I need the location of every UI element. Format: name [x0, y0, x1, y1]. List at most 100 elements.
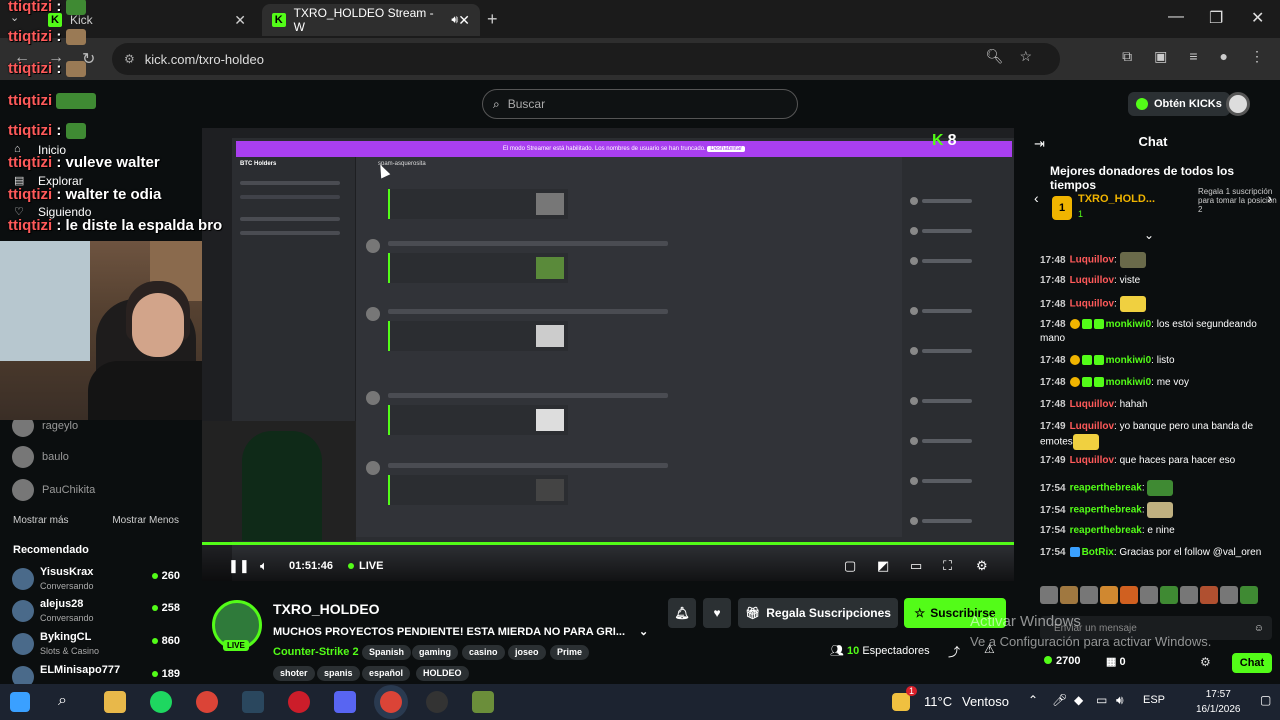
tag[interactable]: Prime	[550, 645, 590, 660]
volume-icon[interactable]: 🔊︎	[1116, 693, 1124, 708]
chat-settings-icon[interactable]: ⚙	[1200, 655, 1211, 669]
message-user[interactable]: Luquillov	[1070, 399, 1114, 410]
message-user[interactable]: monkiwi0	[1106, 319, 1152, 330]
message-user[interactable]: monkiwi0	[1106, 377, 1152, 388]
recommended-item[interactable]: YisusKrax Conversando 260	[12, 566, 180, 596]
site-info-icon[interactable]: ⚙	[124, 52, 135, 66]
message-user[interactable]: Luquillov	[1070, 275, 1114, 286]
steam-icon[interactable]	[242, 691, 264, 713]
tag[interactable]: shoter	[273, 666, 315, 681]
nvidia-icon[interactable]: ◆	[1074, 693, 1083, 707]
tray-chevron-icon[interactable]: ⌃	[1028, 693, 1038, 707]
media-control-icon[interactable]: ≡	[1189, 48, 1197, 65]
theater-icon[interactable]: ▭	[910, 558, 922, 574]
system-clock[interactable]: 17:57 16/1/2026	[1196, 687, 1241, 717]
emote-icon[interactable]	[1160, 586, 1178, 604]
settings-icon[interactable]: ⚙	[976, 558, 988, 574]
message-user[interactable]: reaperthebreak	[1070, 483, 1142, 494]
message-user[interactable]: monkiwi0	[1106, 355, 1152, 366]
emote-icon[interactable]	[1140, 586, 1158, 604]
new-tab-icon[interactable]: +	[487, 9, 498, 30]
tag[interactable]: gaming	[412, 645, 459, 660]
volume-icon[interactable]: 🔈︎	[260, 558, 268, 574]
message-user[interactable]: reaperthebreak	[1070, 505, 1142, 516]
language-indicator[interactable]: ESP	[1143, 694, 1165, 706]
following-item[interactable]: baulo	[12, 446, 69, 468]
zoom-icon[interactable]: 🔍︎	[986, 48, 1004, 65]
close-window-icon[interactable]: ✕	[1251, 8, 1264, 28]
gift-subs-button[interactable]: 🎁︎ Regala Suscripciones	[738, 598, 898, 628]
channel-name[interactable]: TXRO_HOLDEO	[273, 601, 380, 617]
emote-icon[interactable]	[1100, 586, 1118, 604]
expand-pinned-icon[interactable]: ⌄	[1144, 228, 1154, 242]
follow-button[interactable]: ♥	[703, 598, 731, 628]
pause-icon[interactable]: ❚❚	[228, 558, 250, 574]
emote-icon[interactable]	[1080, 586, 1098, 604]
get-kicks-button[interactable]: Obtén KICKs	[1128, 92, 1230, 116]
tag[interactable]: joseo	[508, 645, 546, 660]
message-user[interactable]: Luquillov	[1070, 299, 1114, 310]
show-less-button[interactable]: Mostrar Menos	[112, 515, 179, 526]
search-icon[interactable]: ⌕	[58, 692, 67, 710]
stream-category[interactable]: Counter-Strike 2	[273, 646, 359, 658]
obs-icon[interactable]	[426, 691, 448, 713]
close-tab-icon[interactable]: ✕	[458, 12, 470, 29]
extensions-icon[interactable]: ⧉	[1122, 48, 1132, 65]
recommended-item[interactable]: alejus28 Conversando 258	[12, 598, 180, 628]
minecraft-icon[interactable]	[472, 691, 494, 713]
pip-icon[interactable]: ◩	[877, 558, 889, 574]
emote-icon[interactable]	[1240, 586, 1258, 604]
chevron-down-icon[interactable]: ⌄	[639, 626, 648, 638]
close-tab-icon[interactable]: ✕	[234, 12, 246, 29]
clip-icon[interactable]: ▢	[844, 558, 856, 574]
chevron-right-icon[interactable]: ›	[1267, 190, 1272, 206]
maximize-icon[interactable]: ❐	[1209, 8, 1223, 28]
file-explorer-icon[interactable]	[104, 691, 126, 713]
user-avatar[interactable]	[1226, 92, 1250, 116]
chevron-left-icon[interactable]: ‹	[1034, 190, 1039, 206]
video-player[interactable]: El modo Streamer está habilitado. Los no…	[202, 128, 1014, 581]
following-item[interactable]: PauChikita	[12, 479, 95, 501]
tag[interactable]: spanis	[317, 666, 360, 681]
menu-icon[interactable]: ⋮	[1250, 48, 1264, 65]
tag[interactable]: casino	[462, 645, 505, 660]
chat-send-button[interactable]: Chat	[1232, 653, 1272, 673]
message-user[interactable]: reaperthebreak	[1070, 525, 1142, 536]
share-icon[interactable]: ⤴	[948, 643, 960, 660]
emote-icon[interactable]	[1200, 586, 1218, 604]
fullscreen-icon[interactable]: ⛶	[943, 558, 952, 574]
emote-icon[interactable]	[1060, 586, 1078, 604]
weather-icon[interactable]	[892, 693, 910, 711]
search-input[interactable]: ⌕ Buscar	[482, 89, 798, 119]
recommended-item[interactable]: BykingCL Slots & Casino 860	[12, 631, 180, 661]
show-more-button[interactable]: Mostrar más	[13, 515, 69, 526]
spotify-icon[interactable]	[150, 691, 172, 713]
start-icon[interactable]	[10, 692, 30, 712]
emote-picker-icon[interactable]: ☺	[1254, 623, 1264, 634]
tab-stream[interactable]: K TXRO_HOLDEO Stream - W 🔊︎ ✕	[262, 4, 480, 36]
chrome-active-icon[interactable]	[380, 691, 402, 713]
gift-count[interactable]: ▦ 0	[1106, 655, 1126, 668]
channel-points[interactable]: 2700	[1044, 655, 1080, 667]
notifications-button[interactable]: 🔔︎	[668, 598, 696, 628]
message-user[interactable]: Luquillov	[1070, 421, 1114, 432]
speaker-icon[interactable]: 🔊︎	[451, 14, 458, 27]
emote-icon[interactable]	[1180, 586, 1198, 604]
network-icon[interactable]: ▭	[1096, 693, 1107, 707]
discord-icon[interactable]	[334, 691, 356, 713]
cast-icon[interactable]: ▣	[1154, 48, 1167, 65]
message-user[interactable]: BotRix	[1082, 547, 1114, 558]
tag[interactable]: español	[362, 666, 411, 681]
tag[interactable]: HOLDEO	[416, 666, 469, 681]
emote-icon[interactable]	[1220, 586, 1238, 604]
video-progress-bar[interactable]	[202, 542, 1014, 545]
message-user[interactable]: Luquillov	[1070, 455, 1114, 466]
notifications-icon[interactable]: ▢	[1260, 693, 1271, 707]
message-user[interactable]: Luquillov	[1070, 255, 1114, 266]
emote-icon[interactable]	[1040, 586, 1058, 604]
profile-icon[interactable]: ●	[1220, 48, 1228, 65]
opera-icon[interactable]	[288, 691, 310, 713]
chrome-icon[interactable]	[196, 691, 218, 713]
tag[interactable]: Spanish	[362, 645, 412, 660]
minimize-icon[interactable]: —	[1168, 8, 1184, 26]
